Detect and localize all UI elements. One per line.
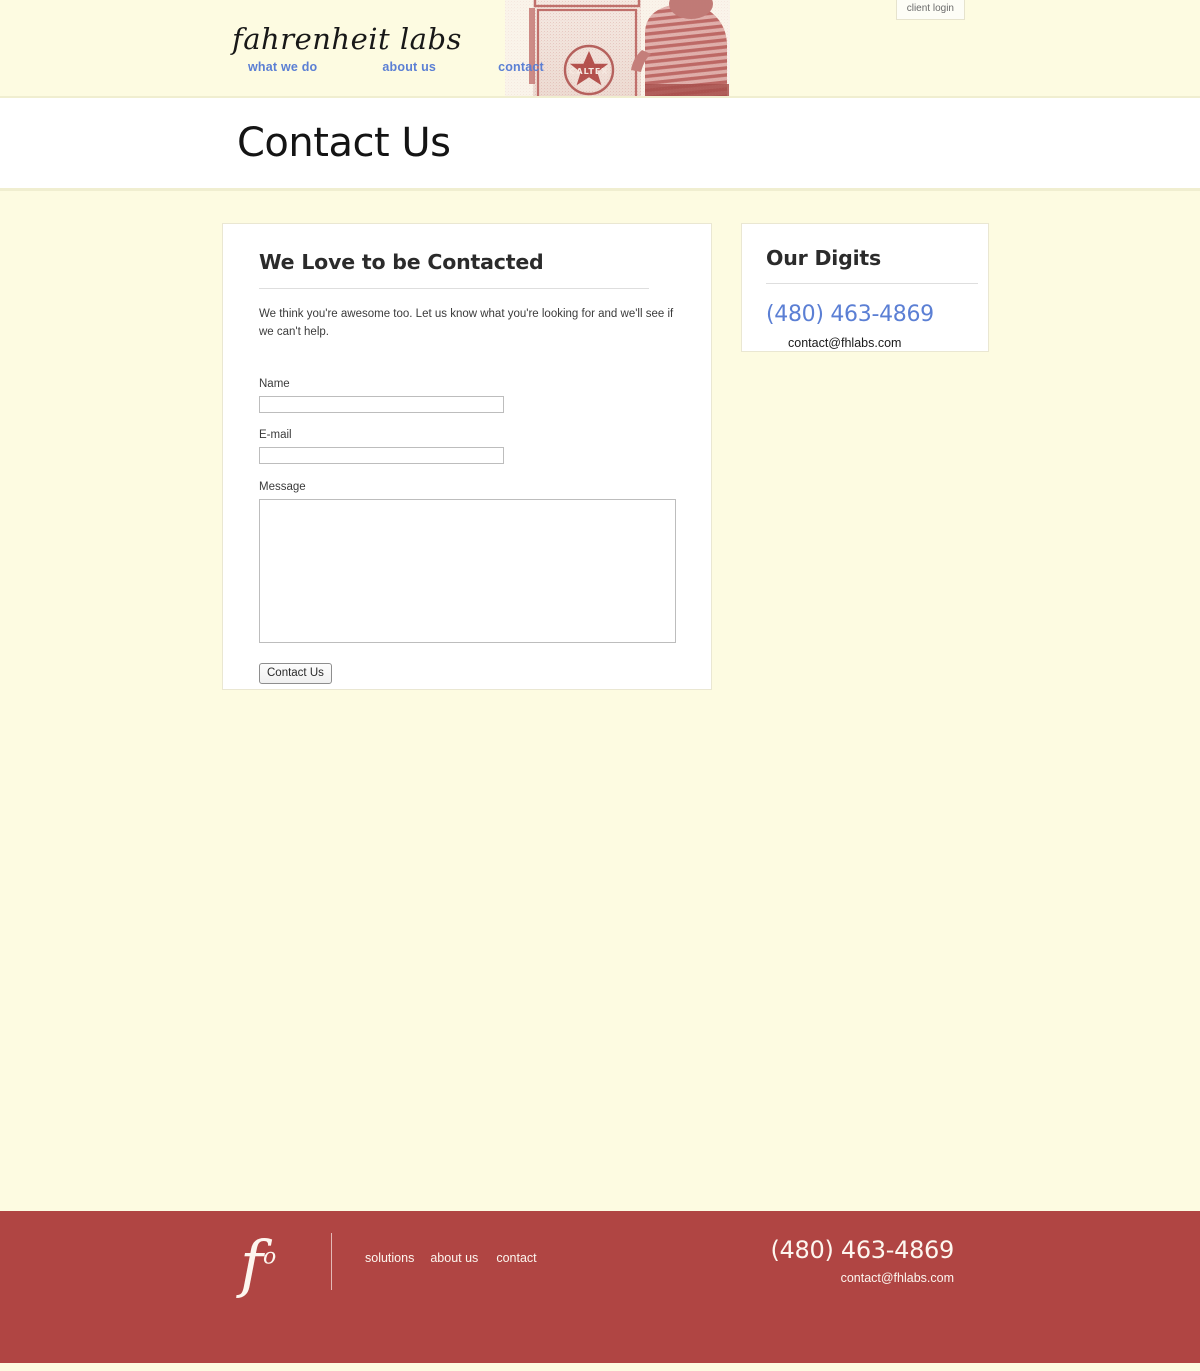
contact-form: Name E-mail Message Contact Us <box>259 378 681 684</box>
digits-heading-divider <box>766 283 978 284</box>
footer-nav-contact[interactable]: contact <box>496 1251 536 1265</box>
message-field-label: Message <box>259 480 306 493</box>
page-title-band: Contact Us <box>0 98 1200 277</box>
field-group-message: Message <box>259 481 681 643</box>
phone-number-link[interactable]: (480) 463-4869 <box>766 302 966 327</box>
email-field-label: E-mail <box>259 428 292 441</box>
footer-nav-spacer <box>478 1251 496 1265</box>
name-input[interactable] <box>259 395 504 413</box>
our-digits-card: Our Digits (480) 463-4869 contact@fhlabs… <box>741 223 989 352</box>
contact-form-card: We Love to be Contacted We think you're … <box>222 223 712 690</box>
footer-logo[interactable]: fo <box>240 1233 276 1295</box>
site-header: CALTEX fahrenheit labs what we do about … <box>0 0 1200 98</box>
hero-gas-pump-photo: CALTEX <box>505 0 730 96</box>
footer-navigation: solutions about us contact <box>365 1251 537 1265</box>
nav-item-about-us[interactable]: about us <box>382 60 436 74</box>
footer-contact-block: (480) 463-4869 contact@fhlabs.com <box>770 1236 954 1285</box>
footer-nav-spacer <box>414 1251 430 1265</box>
footer-nav-about-us[interactable]: about us <box>430 1251 478 1265</box>
footer-logo-superscript: o <box>262 1244 277 1270</box>
footer-logo-mark: f <box>240 1227 263 1300</box>
footer-divider <box>331 1233 332 1290</box>
nav-item-what-we-do[interactable]: what we do <box>248 60 317 74</box>
heading-divider <box>259 288 649 289</box>
footer-nav-solutions[interactable]: solutions <box>365 1251 414 1265</box>
form-intro-text: We think you're awesome too. Let us know… <box>259 308 674 338</box>
nav-spacer <box>436 60 498 74</box>
field-group-name: Name <box>259 378 681 413</box>
footer-inner: fo solutions about us contact (480) 463-… <box>0 1211 1200 1363</box>
name-field-label: Name <box>259 377 290 390</box>
header-inner: CALTEX fahrenheit labs what we do about … <box>0 0 1200 96</box>
main-content: We Love to be Contacted We think you're … <box>0 191 1200 1211</box>
site-brand-logo[interactable]: fahrenheit labs <box>232 22 462 56</box>
email-address-link[interactable]: contact@fhlabs.com <box>788 336 966 350</box>
nav-spacer <box>317 60 382 74</box>
footer-email-link[interactable]: contact@fhlabs.com <box>770 1271 954 1285</box>
site-footer: fo solutions about us contact (480) 463-… <box>0 1211 1200 1363</box>
page-title-inner: Contact Us <box>0 98 1200 277</box>
nav-item-contact[interactable]: contact <box>498 60 544 74</box>
digits-card-heading: Our Digits <box>766 246 882 270</box>
message-textarea[interactable] <box>259 498 676 643</box>
main-navigation: what we do about us contact <box>248 60 544 74</box>
page-title: Contact Us <box>237 120 451 166</box>
email-input[interactable] <box>259 446 504 464</box>
contact-us-submit-button[interactable]: Contact Us <box>259 662 332 684</box>
form-card-heading: We Love to be Contacted <box>259 250 544 274</box>
field-group-email: E-mail <box>259 429 681 464</box>
footer-phone-link[interactable]: (480) 463-4869 <box>770 1236 954 1264</box>
client-login-button[interactable]: client login <box>895 0 965 20</box>
